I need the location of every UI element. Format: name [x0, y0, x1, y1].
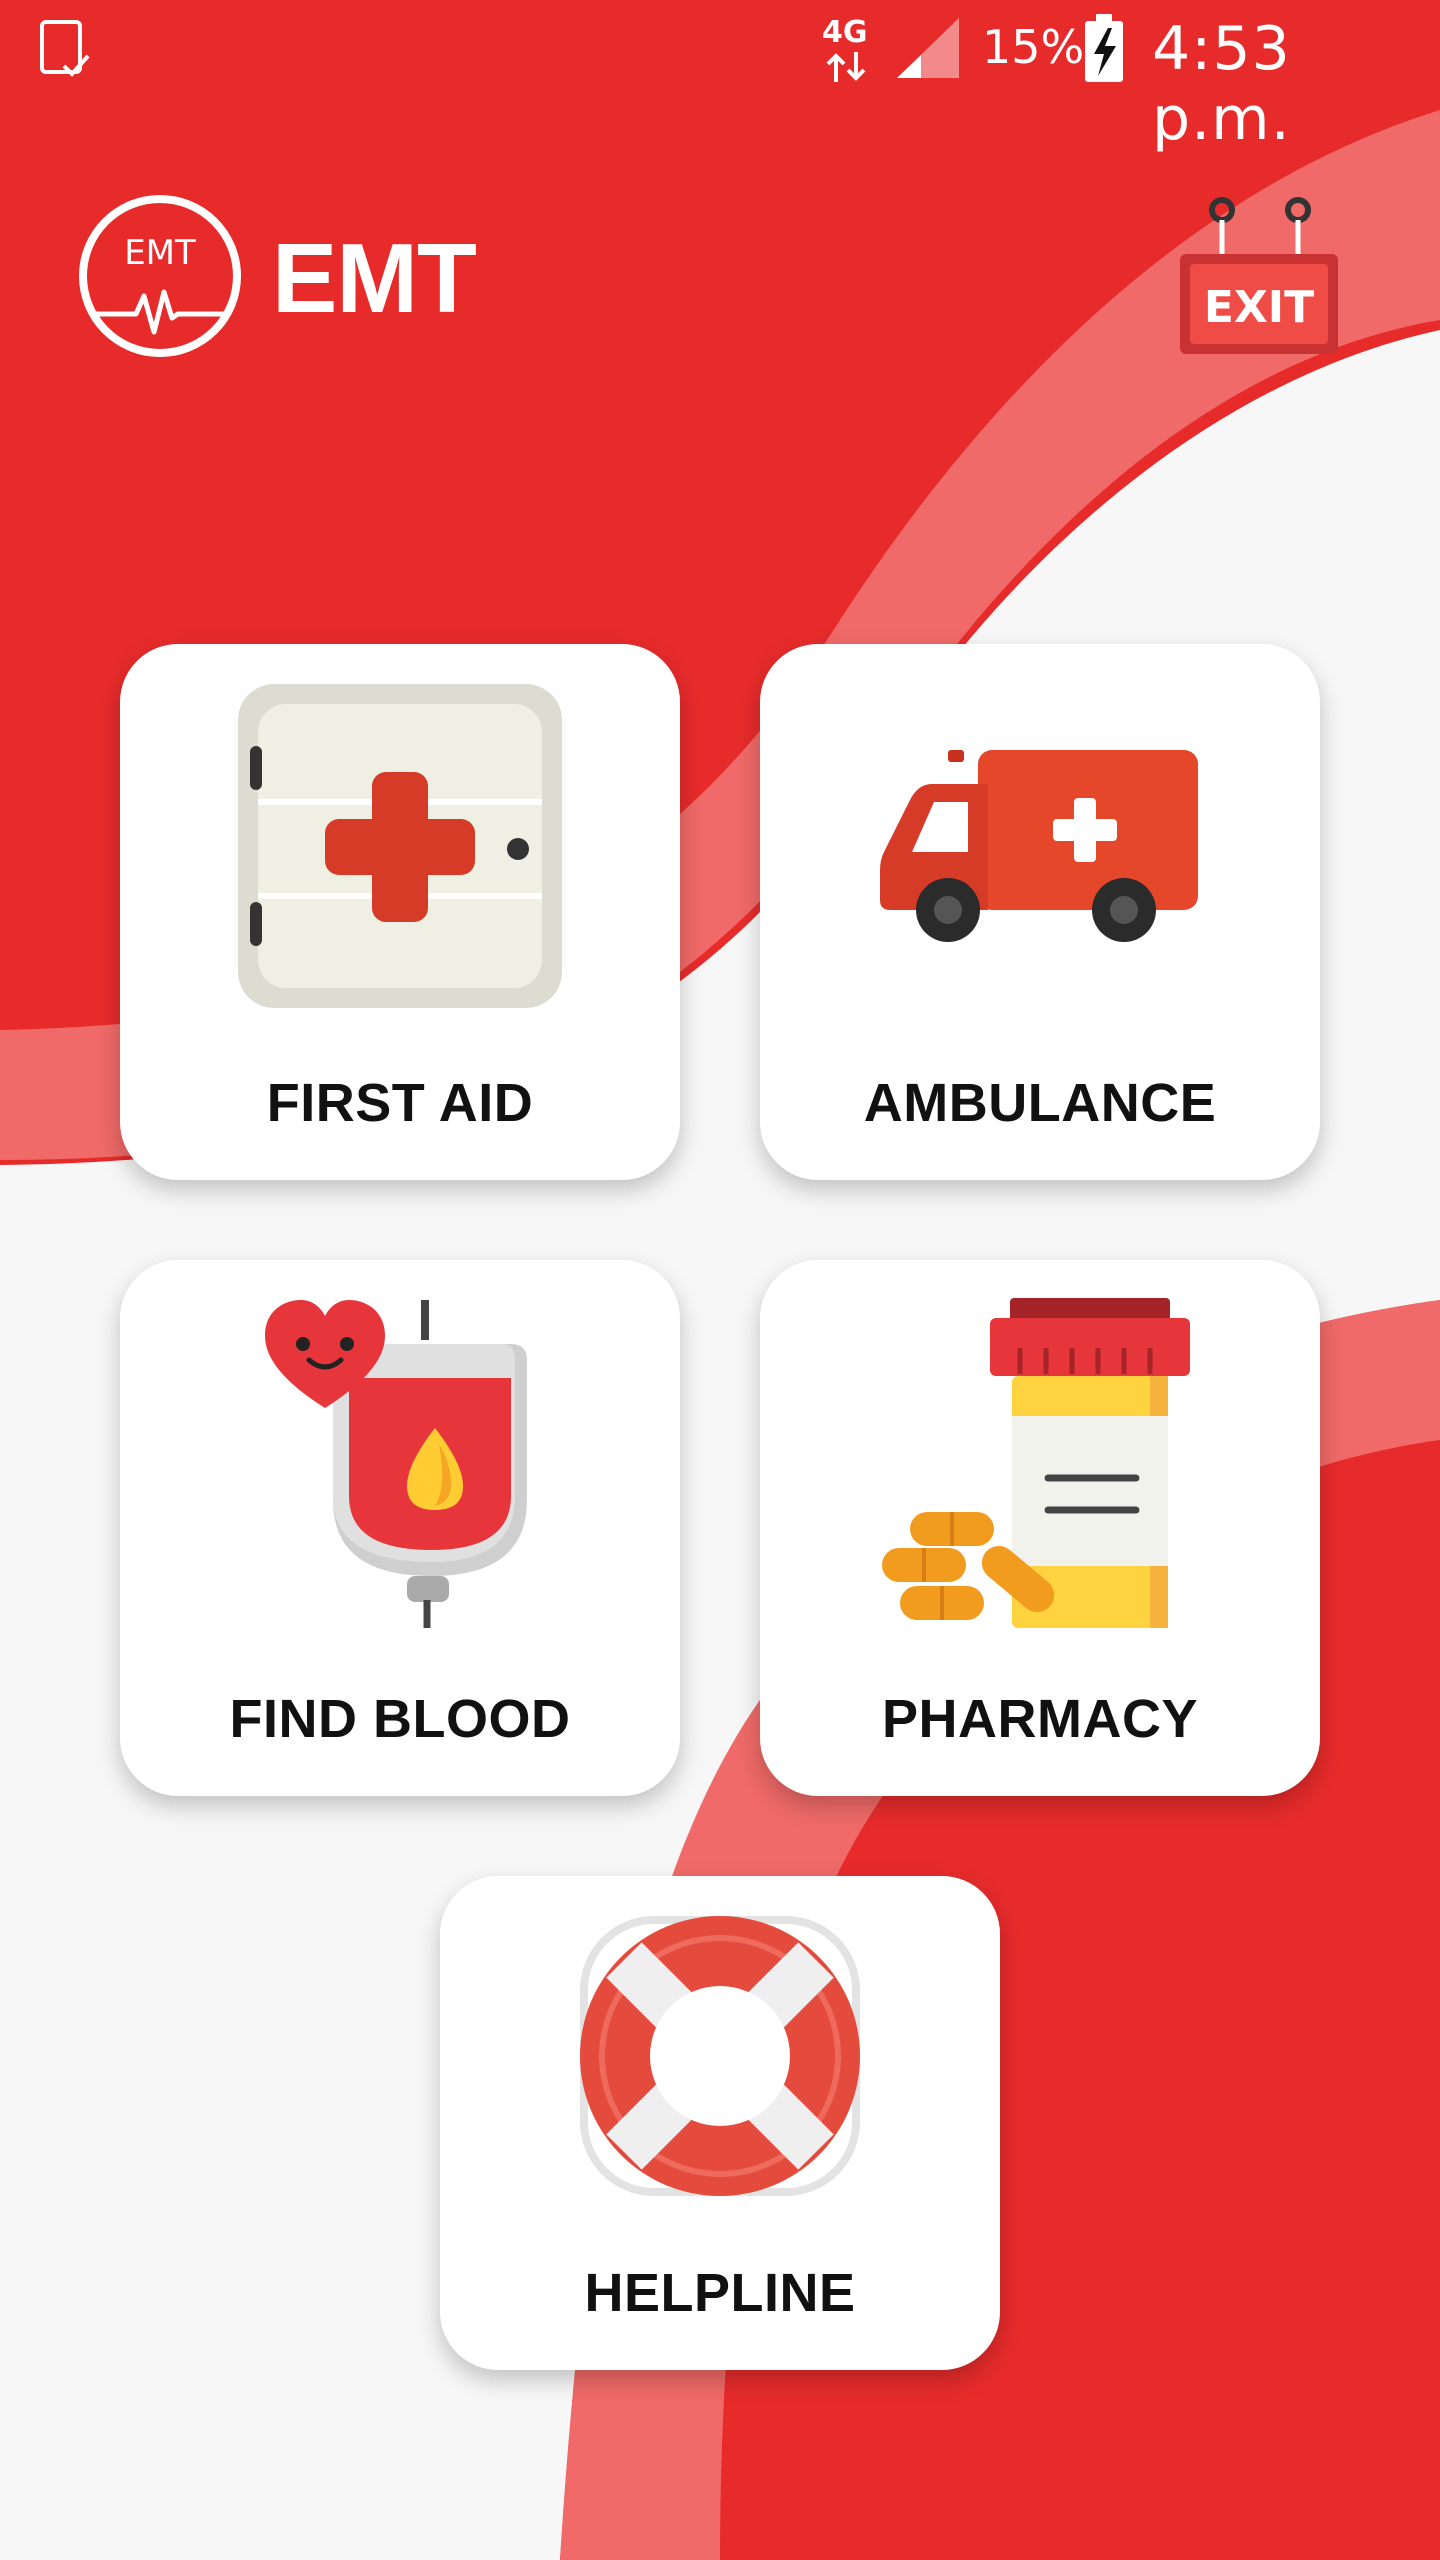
lifebuoy-icon	[580, 1916, 860, 2196]
first-aid-label: FIRST AID	[266, 1073, 534, 1133]
helpline-label: HELPLINE	[584, 2263, 856, 2323]
find-blood-button[interactable]: FIND BLOOD	[120, 1260, 680, 1796]
medicine-bottle-icon	[882, 1298, 1190, 1628]
ambulance-icon	[880, 750, 1198, 942]
first-aid-button[interactable]: FIRST AID	[120, 644, 680, 1180]
emt-logo: EMT	[79, 195, 241, 357]
svg-text:EMT: EMT	[124, 233, 196, 273]
screenshot-notification-icon	[40, 20, 90, 77]
exit-button[interactable]: EXIT	[1176, 194, 1342, 358]
exit-label: EXIT	[1204, 282, 1314, 333]
clock: 4:53 p.m.	[1152, 14, 1291, 154]
pharmacy-button[interactable]: PHARMACY	[760, 1260, 1320, 1796]
pharmacy-label: PHARMACY	[881, 1689, 1198, 1749]
ambulance-label: AMBULANCE	[863, 1073, 1217, 1133]
signal-strength-icon	[897, 18, 959, 78]
svg-text:4G: 4G	[822, 15, 868, 50]
battery-percentage: 15%	[982, 20, 1085, 74]
ambulance-button[interactable]: AMBULANCE	[760, 644, 1320, 1180]
blood-bag-icon	[265, 1300, 527, 1628]
network-4g-icon: 4G	[822, 15, 868, 82]
app-title: EMT	[272, 223, 477, 333]
battery-charging-icon	[1085, 14, 1123, 82]
helpline-button[interactable]: HELPLINE	[440, 1876, 1000, 2370]
first-aid-kit-icon	[238, 684, 562, 1008]
status-bar: 4G 15% 4:53 p.m.	[0, 0, 1440, 154]
find-blood-label: FIND BLOOD	[229, 1689, 571, 1749]
